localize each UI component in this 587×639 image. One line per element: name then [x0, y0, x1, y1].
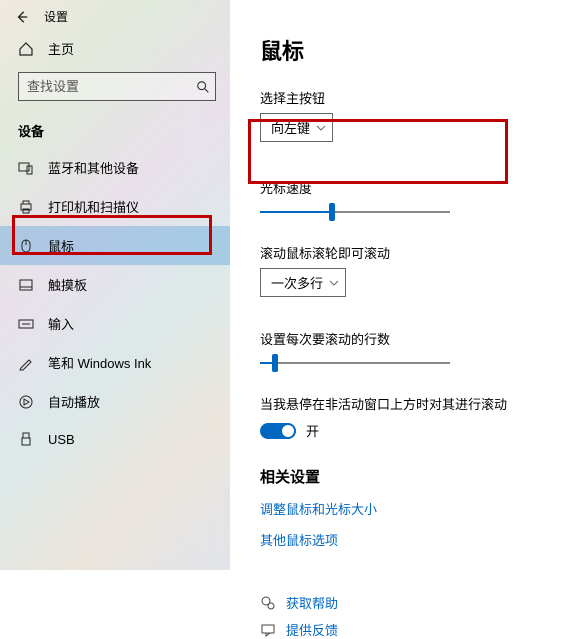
- sidebar-item-touchpad[interactable]: 触摸板: [0, 265, 230, 304]
- back-arrow-icon: [15, 10, 29, 24]
- related-settings-header: 相关设置: [260, 466, 587, 487]
- search-box: [18, 72, 216, 101]
- feedback-label: 提供反馈: [286, 620, 338, 639]
- nav-label: 鼠标: [48, 236, 74, 255]
- app-title: 设置: [44, 8, 68, 25]
- chevron-down-icon: [329, 278, 339, 288]
- sidebar-item-printers[interactable]: 打印机和扫描仪: [0, 187, 230, 226]
- nav-label: 触摸板: [48, 275, 87, 294]
- get-help-link[interactable]: 获取帮助: [260, 593, 587, 612]
- primary-button-label: 选择主按钮: [260, 88, 587, 107]
- toggle-state-label: 开: [306, 421, 319, 440]
- dropdown-value: 一次多行: [271, 273, 323, 292]
- home-icon: [18, 41, 34, 57]
- cursor-speed-label: 光标速度: [260, 178, 587, 197]
- cursor-speed-slider[interactable]: [260, 203, 450, 221]
- pen-icon: [18, 355, 34, 371]
- mouse-icon: [18, 238, 34, 254]
- nav-label: 自动播放: [48, 392, 100, 411]
- dropdown-value: 向左键: [271, 118, 310, 137]
- sidebar-item-mouse[interactable]: 鼠标: [0, 226, 230, 265]
- scroll-mode-label: 滚动鼠标滚轮即可滚动: [260, 243, 587, 262]
- sidebar: 设置 主页 设备 蓝牙和其他设备 打印机和扫描仪 鼠标: [0, 0, 230, 570]
- sidebar-item-bluetooth[interactable]: 蓝牙和其他设备: [0, 148, 230, 187]
- sidebar-item-typing[interactable]: 输入: [0, 304, 230, 343]
- sidebar-item-usb[interactable]: USB: [0, 421, 230, 457]
- nav-label: 笔和 Windows Ink: [48, 353, 151, 372]
- get-help-label: 获取帮助: [286, 593, 338, 612]
- devices-icon: [18, 160, 34, 176]
- home-label: 主页: [48, 39, 74, 58]
- scroll-mode-dropdown[interactable]: 一次多行: [260, 268, 346, 297]
- nav-label: USB: [48, 432, 75, 447]
- sidebar-section-header: 设备: [0, 111, 230, 148]
- feedback-icon: [260, 622, 276, 638]
- keyboard-icon: [18, 316, 34, 332]
- link-other-mouse-options[interactable]: 其他鼠标选项: [260, 530, 587, 549]
- feedback-link[interactable]: 提供反馈: [260, 620, 587, 639]
- inactive-scroll-label: 当我悬停在非活动窗口上方时对其进行滚动: [260, 394, 587, 413]
- nav-label: 蓝牙和其他设备: [48, 158, 139, 177]
- scroll-lines-slider[interactable]: [260, 354, 450, 372]
- page-title: 鼠标: [260, 34, 587, 66]
- autoplay-icon: [18, 394, 34, 410]
- nav-label: 输入: [48, 314, 74, 333]
- sidebar-item-autoplay[interactable]: 自动播放: [0, 382, 230, 421]
- link-adjust-mouse-cursor-size[interactable]: 调整鼠标和光标大小: [260, 499, 587, 518]
- main-pane: 鼠标 选择主按钮 向左键 光标速度 滚动鼠标滚轮即可滚动 一次多行 设置每次要滚…: [230, 0, 587, 570]
- primary-button-dropdown[interactable]: 向左键: [260, 113, 333, 142]
- inactive-scroll-toggle[interactable]: [260, 423, 296, 439]
- sidebar-item-pen[interactable]: 笔和 Windows Ink: [0, 343, 230, 382]
- printer-icon: [18, 199, 34, 215]
- help-icon: [260, 595, 276, 611]
- chevron-down-icon: [316, 123, 326, 133]
- nav-label: 打印机和扫描仪: [48, 197, 139, 216]
- search-icon: [196, 80, 210, 94]
- search-input[interactable]: [18, 72, 216, 101]
- touchpad-icon: [18, 277, 34, 293]
- usb-icon: [18, 431, 34, 447]
- scroll-lines-label: 设置每次要滚动的行数: [260, 329, 587, 348]
- sidebar-item-home[interactable]: 主页: [0, 29, 230, 68]
- back-button[interactable]: [14, 9, 30, 25]
